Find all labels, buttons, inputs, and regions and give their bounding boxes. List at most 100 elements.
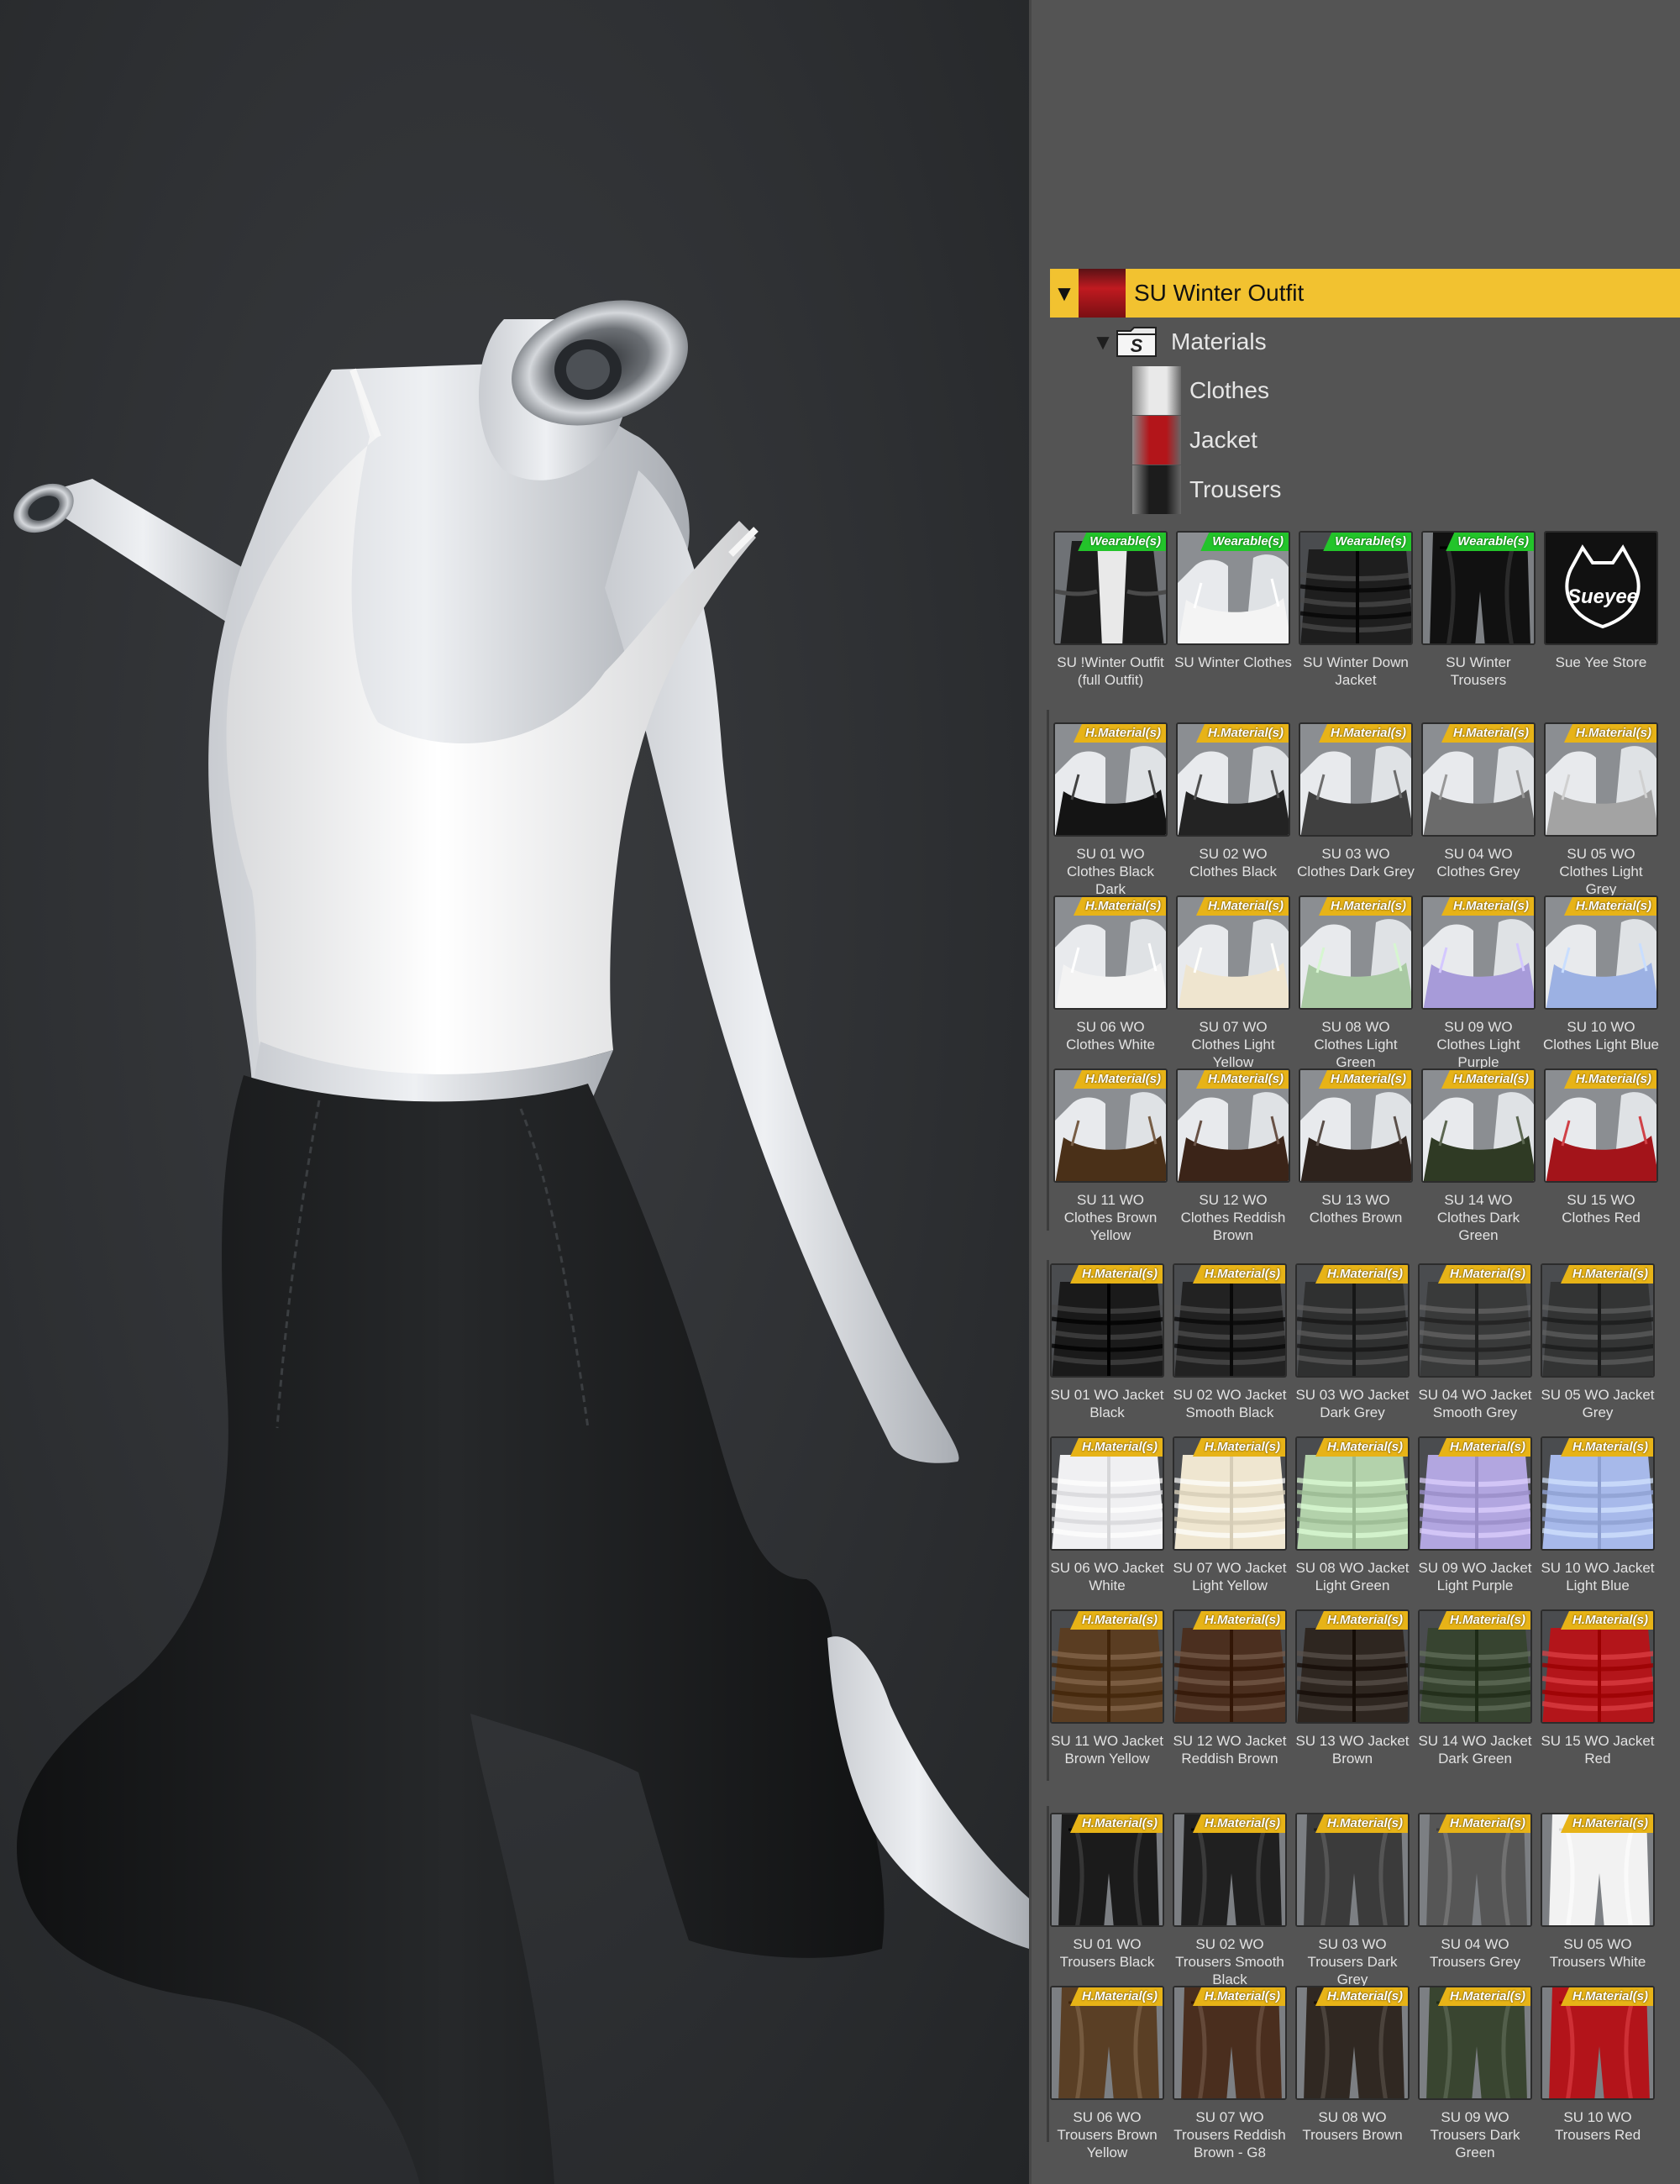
jacket-preset-tile[interactable]: H.Material(s) SU 14 WO Jacket Dark Green (1418, 1609, 1532, 1767)
preset-thumbnail[interactable]: H.Material(s) (1173, 1263, 1287, 1378)
jacket-preset-tile[interactable]: H.Material(s) SU 06 WO Jacket White (1050, 1436, 1164, 1594)
preset-thumbnail[interactable]: H.Material(s) (1173, 1436, 1287, 1551)
preset-thumbnail[interactable]: H.Material(s) (1421, 895, 1536, 1010)
preset-thumbnail[interactable]: H.Material(s) (1050, 1609, 1164, 1724)
preset-thumbnail[interactable]: H.Material(s) (1541, 1986, 1655, 2100)
jacket-preset-tile[interactable]: H.Material(s) SU 05 WO Jacket Grey (1541, 1263, 1655, 1421)
jacket-preset-tile[interactable]: H.Material(s) SU 12 WO Jacket Reddish Bro… (1173, 1609, 1287, 1767)
preset-thumbnail[interactable]: H.Material(s) (1050, 1436, 1164, 1551)
preset-thumbnail[interactable]: H.Material(s) (1418, 1986, 1532, 2100)
preset-thumbnail[interactable]: H.Material(s) (1541, 1609, 1655, 1724)
preset-thumbnail[interactable]: H.Material(s) (1295, 1813, 1410, 1927)
trouser-preset-tile[interactable]: H.Material(s) SU 08 WO Trousers Brown (1295, 1986, 1410, 2144)
jacket-preset-tile[interactable]: H.Material(s) SU 04 WO Jacket Smooth Grey (1418, 1263, 1532, 1421)
trouser-preset-tile[interactable]: H.Material(s) SU 10 WO Trousers Red (1541, 1986, 1655, 2144)
preset-thumbnail[interactable]: H.Material(s) (1173, 1986, 1287, 2100)
trouser-preset-tile[interactable]: H.Material(s) SU 07 WO Trousers Reddish B… (1173, 1986, 1287, 2161)
preset-thumbnail[interactable]: H.Material(s) (1050, 1263, 1164, 1378)
clothe-preset-tile[interactable]: H.Material(s) SU 09 WO Clothes Light Purp… (1421, 895, 1536, 1071)
tree-item-clothes[interactable]: Clothes (1132, 366, 1680, 415)
preset-caption: SU 05 WO Trousers White (1549, 1936, 1646, 1970)
trouser-preset-tile[interactable]: H.Material(s) SU 06 WO Trousers Brown Yel… (1050, 1986, 1164, 2161)
preset-thumbnail[interactable]: H.Material(s) (1299, 895, 1413, 1010)
trouser-preset-tile[interactable]: H.Material(s) SU 09 WO Trousers Dark Gree… (1418, 1986, 1532, 2161)
preset-thumbnail[interactable]: H.Material(s) (1295, 1986, 1410, 2100)
clothe-preset-tile[interactable]: H.Material(s) SU 06 WO Clothes White (1053, 895, 1168, 1053)
preset-thumbnail[interactable]: H.Material(s) (1295, 1609, 1410, 1724)
trouser-preset-tile[interactable]: H.Material(s) SU 02 WO Trousers Smooth Bl… (1173, 1813, 1287, 1988)
tree-item-jacket[interactable]: Jacket (1132, 416, 1680, 465)
preset-thumbnail[interactable]: Wearable(s) (1176, 531, 1290, 645)
jacket-preset-tile[interactable]: H.Material(s) SU 08 WO Jacket Light Green (1295, 1436, 1410, 1594)
jacket-preset-tile[interactable]: H.Material(s) SU 01 WO Jacket Black (1050, 1263, 1164, 1421)
tree-item-materials[interactable]: ▼ S Materials (1090, 318, 1680, 366)
preset-thumbnail[interactable]: H.Material(s) (1418, 1263, 1532, 1378)
wearable-preset-tile[interactable]: Wearable(s) SU Winter Down Jacket (1299, 531, 1413, 689)
preset-thumbnail[interactable]: H.Material(s) (1421, 1068, 1536, 1183)
jacket-preset-tile[interactable]: H.Material(s) SU 11 WO Jacket Brown Yello… (1050, 1609, 1164, 1767)
preset-thumbnail[interactable]: H.Material(s) (1418, 1436, 1532, 1551)
clothe-preset-tile[interactable]: H.Material(s) SU 02 WO Clothes Black (1176, 722, 1290, 880)
preset-thumbnail[interactable]: Wearable(s) (1421, 531, 1536, 645)
wearable-preset-tile[interactable]: Sueyee Sue Yee Store (1544, 531, 1658, 671)
clothe-preset-tile[interactable]: H.Material(s) SU 15 WO Clothes Red (1544, 1068, 1658, 1226)
preset-thumbnail[interactable]: H.Material(s) (1176, 1068, 1290, 1183)
preset-thumbnail[interactable]: H.Material(s) (1418, 1813, 1532, 1927)
preset-thumbnail[interactable]: H.Material(s) (1053, 895, 1168, 1010)
wearable-preset-tile[interactable]: Wearable(s) SU Winter Clothes (1174, 531, 1292, 671)
jacket-preset-tile[interactable]: H.Material(s) SU 02 WO Jacket Smooth Blac… (1173, 1263, 1287, 1421)
preset-thumbnail[interactable]: H.Material(s) (1421, 722, 1536, 837)
clothe-preset-tile[interactable]: H.Material(s) SU 11 WO Clothes Brown Yell… (1053, 1068, 1168, 1244)
preset-thumbnail[interactable]: H.Material(s) (1544, 895, 1658, 1010)
preset-caption: SU 08 WO Clothes Light Green (1314, 1019, 1398, 1070)
clothe-preset-tile[interactable]: H.Material(s) SU 12 WO Clothes Reddish Br… (1176, 1068, 1290, 1244)
preset-thumbnail[interactable]: H.Material(s) (1050, 1986, 1164, 2100)
preset-thumbnail[interactable]: H.Material(s) (1541, 1263, 1655, 1378)
clothe-preset-tile[interactable]: H.Material(s) SU 07 WO Clothes Light Yell… (1176, 895, 1290, 1071)
expand-arrow-icon[interactable]: ▼ (1050, 281, 1079, 307)
wearable-preset-tile[interactable]: Wearable(s) SU Winter Trousers (1421, 531, 1536, 689)
preset-thumbnail[interactable]: H.Material(s) (1176, 895, 1290, 1010)
jacket-preset-tile[interactable]: H.Material(s) SU 15 WO Jacket Red (1541, 1609, 1655, 1767)
jacket-preset-tile[interactable]: H.Material(s) SU 03 WO Jacket Dark Grey (1295, 1263, 1410, 1421)
tree-item-product[interactable]: ▼ SU Winter Outfit (1050, 269, 1680, 318)
material-badge: H.Material(s) (1195, 1070, 1289, 1089)
preset-thumbnail[interactable]: H.Material(s) (1544, 1068, 1658, 1183)
preset-thumbnail[interactable]: H.Material(s) (1176, 722, 1290, 837)
clothe-preset-tile[interactable]: H.Material(s) SU 13 WO Clothes Brown (1299, 1068, 1413, 1226)
preset-thumbnail[interactable]: H.Material(s) (1173, 1813, 1287, 1927)
preset-thumbnail[interactable]: H.Material(s) (1053, 1068, 1168, 1183)
clothe-preset-tile[interactable]: H.Material(s) SU 03 WO Clothes Dark Grey (1297, 722, 1415, 880)
preset-thumbnail[interactable]: H.Material(s) (1541, 1436, 1655, 1551)
jacket-preset-tile[interactable]: H.Material(s) SU 07 WO Jacket Light Yello… (1173, 1436, 1287, 1594)
jacket-preset-tile[interactable]: H.Material(s) SU 10 WO Jacket Light Blue (1541, 1436, 1655, 1594)
clothe-preset-tile[interactable]: H.Material(s) SU 04 WO Clothes Grey (1421, 722, 1536, 880)
preset-thumbnail[interactable]: Sueyee (1544, 531, 1658, 645)
clothe-preset-tile[interactable]: H.Material(s) SU 14 WO Clothes Dark Green (1421, 1068, 1536, 1244)
preset-thumbnail[interactable]: H.Material(s) (1173, 1609, 1287, 1724)
trouser-preset-tile[interactable]: H.Material(s) SU 04 WO Trousers Grey (1418, 1813, 1532, 1971)
trouser-preset-tile[interactable]: H.Material(s) SU 05 WO Trousers White (1541, 1813, 1655, 1971)
preset-thumbnail[interactable]: H.Material(s) (1418, 1609, 1532, 1724)
preset-thumbnail[interactable]: Wearable(s) (1299, 531, 1413, 645)
preset-thumbnail[interactable]: H.Material(s) (1299, 1068, 1413, 1183)
trouser-preset-tile[interactable]: H.Material(s) SU 01 WO Trousers Black (1050, 1813, 1164, 1971)
wearable-preset-tile[interactable]: Wearable(s) SU !Winter Outfit (full Outfi… (1053, 531, 1168, 689)
preset-thumbnail[interactable]: H.Material(s) (1295, 1436, 1410, 1551)
clothe-preset-tile[interactable]: H.Material(s) SU 08 WO Clothes Light Gree… (1299, 895, 1413, 1071)
preset-thumbnail[interactable]: H.Material(s) (1053, 722, 1168, 837)
preset-thumbnail[interactable]: H.Material(s) (1050, 1813, 1164, 1927)
preset-thumbnail[interactable]: H.Material(s) (1541, 1813, 1655, 1927)
jacket-preset-tile[interactable]: H.Material(s) SU 09 WO Jacket Light Purpl… (1418, 1436, 1532, 1594)
preset-thumbnail[interactable]: H.Material(s) (1295, 1263, 1410, 1378)
jacket-preset-tile[interactable]: H.Material(s) SU 13 WO Jacket Brown (1295, 1609, 1410, 1767)
trouser-preset-tile[interactable]: H.Material(s) SU 03 WO Trousers Dark Grey (1295, 1813, 1410, 1988)
preset-thumbnail[interactable]: H.Material(s) (1299, 722, 1413, 837)
clothe-preset-tile[interactable]: H.Material(s) SU 01 WO Clothes Black Dark (1053, 722, 1168, 898)
preset-thumbnail[interactable]: Wearable(s) (1053, 531, 1168, 645)
clothe-preset-tile[interactable]: H.Material(s) SU 05 WO Clothes Light Grey (1544, 722, 1658, 898)
clothe-preset-tile[interactable]: H.Material(s) SU 10 WO Clothes Light Blue (1543, 895, 1659, 1053)
tree-item-trousers[interactable]: Trousers (1132, 465, 1680, 514)
preset-thumbnail[interactable]: H.Material(s) (1544, 722, 1658, 837)
expand-arrow-icon[interactable]: ▼ (1090, 329, 1116, 355)
